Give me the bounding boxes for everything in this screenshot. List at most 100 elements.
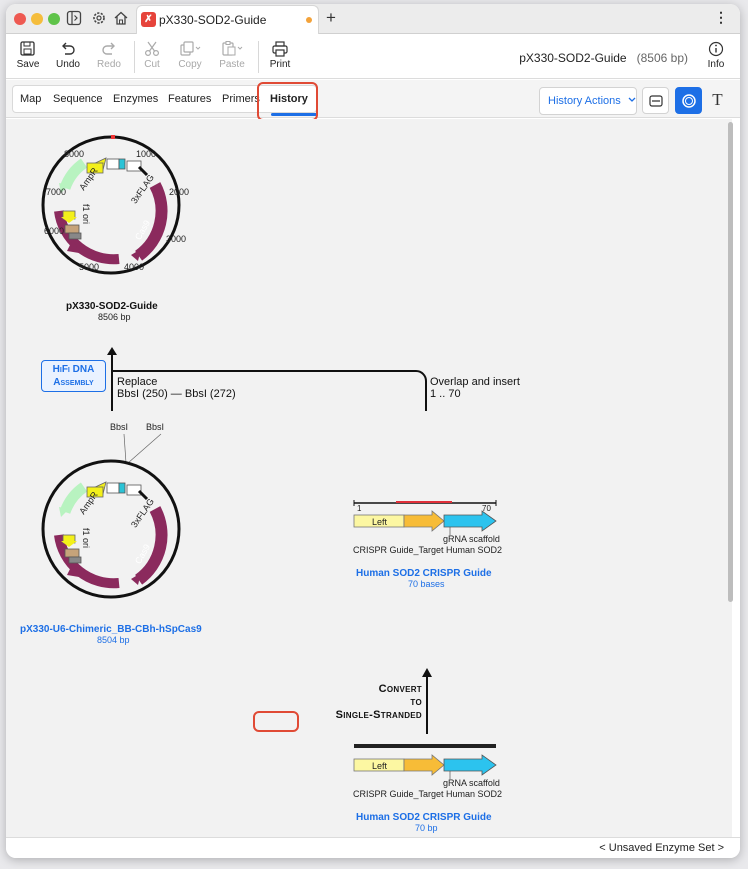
text-view-button[interactable]: T — [704, 87, 731, 114]
hifi-assembly-label: HiFi DNA Assembly — [52, 364, 95, 388]
history-tab-highlight — [257, 82, 318, 121]
top-plasmid-map[interactable] — [39, 133, 189, 283]
zoom-window-button[interactable] — [48, 13, 60, 25]
info-button[interactable]: Info — [696, 39, 736, 70]
tab-primers[interactable]: Primers — [222, 93, 260, 105]
print-label: Print — [269, 59, 291, 70]
tab-enzymes[interactable]: Enzymes — [113, 93, 158, 105]
scissors-icon — [132, 39, 172, 59]
circular-view-button[interactable] — [675, 87, 702, 114]
tick-label: 2000 — [169, 187, 190, 197]
site-label-bbsi[interactable]: BbsI — [110, 422, 128, 432]
top-map-name[interactable]: pX330-SOD2-Guide — [66, 301, 158, 312]
enzyme-set-selector[interactable]: < Unsaved Enzyme Set > — [599, 842, 724, 854]
tick-label: 4000 — [124, 262, 145, 272]
paste-button[interactable]: Paste — [212, 39, 252, 70]
convert-label: Convert — [378, 683, 422, 695]
convert-arrow — [422, 668, 432, 734]
window-menu-button[interactable]: ⋮ — [714, 9, 728, 26]
scaffold-label: gRNA scaffold — [443, 534, 500, 544]
toolbar-divider — [258, 41, 259, 73]
top-map-size: 8506 bp — [98, 312, 131, 322]
guide-name-link[interactable]: Human SOD2 CRISPR Guide — [356, 568, 492, 579]
redo-label: Redo — [97, 59, 121, 70]
hifi-assembly-badge[interactable]: HiFi DNA Assembly — [41, 360, 106, 392]
feature-label-f1-ori[interactable]: f1 ori — [81, 528, 91, 548]
close-window-button[interactable] — [14, 13, 26, 25]
bottom-map-name-link[interactable]: pX330-U6-Chimeric_BB-CBh-hSpCas9 — [20, 624, 202, 635]
highlight-box — [253, 711, 299, 732]
tab-title: pX330-SOD2-Guide — [159, 13, 267, 27]
copy-icon — [170, 39, 210, 59]
app-logo-icon: ✗ — [141, 12, 156, 27]
linear-view-icon — [649, 95, 663, 107]
info-icon — [696, 39, 736, 59]
target-label: CRISPR Guide_Target Human SOD2 — [353, 789, 503, 799]
cut-button[interactable]: Cut — [132, 39, 172, 70]
gear-icon[interactable] — [91, 10, 109, 28]
guide-ds-name-link[interactable]: Human SOD2 CRISPR Guide — [356, 812, 492, 823]
left-feature-label: Left — [372, 517, 388, 527]
copy-label: Copy — [178, 59, 202, 70]
replace-label: Replace — [117, 376, 158, 388]
bottom-plasmid-map[interactable] — [39, 433, 189, 607]
left-feature-label: Left — [372, 761, 388, 771]
save-button[interactable]: Save — [8, 39, 48, 70]
convert-to-label: to — [410, 696, 422, 708]
overlap-detail: 1 .. 70 — [430, 388, 461, 400]
minimize-window-button[interactable] — [31, 13, 43, 25]
undo-button[interactable]: Undo — [48, 39, 88, 70]
document-tab[interactable]: ✗ pX330-SOD2-Guide — [136, 5, 319, 34]
copy-button[interactable]: Copy — [170, 39, 210, 70]
save-label: Save — [16, 59, 40, 70]
guide-size: 70 bases — [408, 579, 445, 589]
app-window: ✗ pX330-SOD2-Guide + ⋮ Save Undo Redo Cu… — [6, 4, 740, 858]
document-length: (8506 bp) — [636, 51, 688, 65]
view-tab-bar: Map Sequence Enzymes Features Primers Hi… — [6, 80, 740, 121]
tick-label: 8000 — [64, 149, 85, 159]
tick-label: 6000 — [44, 226, 65, 236]
title-bar: ✗ pX330-SOD2-Guide + ⋮ — [6, 4, 740, 34]
sidebar-toggle-icon[interactable] — [66, 10, 84, 28]
print-button[interactable]: Print — [260, 39, 300, 70]
undo-icon — [48, 39, 88, 59]
tick-label: 5000 — [79, 262, 100, 272]
history-actions-label: History Actions — [548, 95, 621, 107]
grna-scaffold-feature[interactable] — [443, 510, 497, 532]
paste-icon — [212, 39, 252, 59]
tab-map[interactable]: Map — [20, 93, 41, 105]
tick-label: 3000 — [166, 234, 187, 244]
bottom-map-size: 8504 bp — [97, 635, 130, 645]
redo-icon — [89, 39, 129, 59]
feature-label-f1-ori[interactable]: f1 ori — [81, 204, 91, 224]
tab-features[interactable]: Features — [168, 93, 211, 105]
scaffold-label: gRNA scaffold — [443, 778, 500, 788]
target-label: CRISPR Guide_Target Human SOD2 — [353, 545, 503, 555]
tab-sequence[interactable]: Sequence — [53, 93, 103, 105]
new-tab-button[interactable]: + — [326, 8, 336, 28]
replace-detail: BbsI (250) — BbsI (272) — [117, 388, 236, 400]
tick-label: 7000 — [46, 187, 67, 197]
paste-label: Paste — [219, 59, 245, 70]
crispr-guide-feature[interactable] — [403, 510, 445, 532]
site-label-bbsi[interactable]: BbsI — [146, 422, 164, 432]
linear-view-button[interactable] — [642, 87, 669, 114]
guide-ds-size: 70 bp — [415, 823, 438, 833]
status-bar: < Unsaved Enzyme Set > — [6, 837, 740, 858]
vertical-scrollbar[interactable] — [728, 122, 733, 602]
document-title: pX330-SOD2-Guide — [519, 51, 627, 65]
tick-label: 1000 — [136, 149, 157, 159]
history-actions-dropdown[interactable]: History Actions — [539, 87, 637, 115]
circle-view-icon — [682, 94, 696, 108]
undo-label: Undo — [56, 59, 80, 70]
document-name: pX330-SOD2-Guide (8506 bp) — [519, 51, 688, 65]
toolbar: Save Undo Redo Cut Copy Paste Print pX33… — [6, 35, 740, 79]
home-icon[interactable] — [113, 10, 131, 28]
info-label: Info — [707, 59, 725, 70]
unsaved-dot — [306, 17, 312, 23]
text-icon: T — [712, 90, 723, 109]
cut-label: Cut — [144, 59, 160, 70]
single-stranded-label: Single-Stranded — [335, 709, 422, 721]
redo-button[interactable]: Redo — [89, 39, 129, 70]
seq-start: 1 — [357, 504, 362, 513]
